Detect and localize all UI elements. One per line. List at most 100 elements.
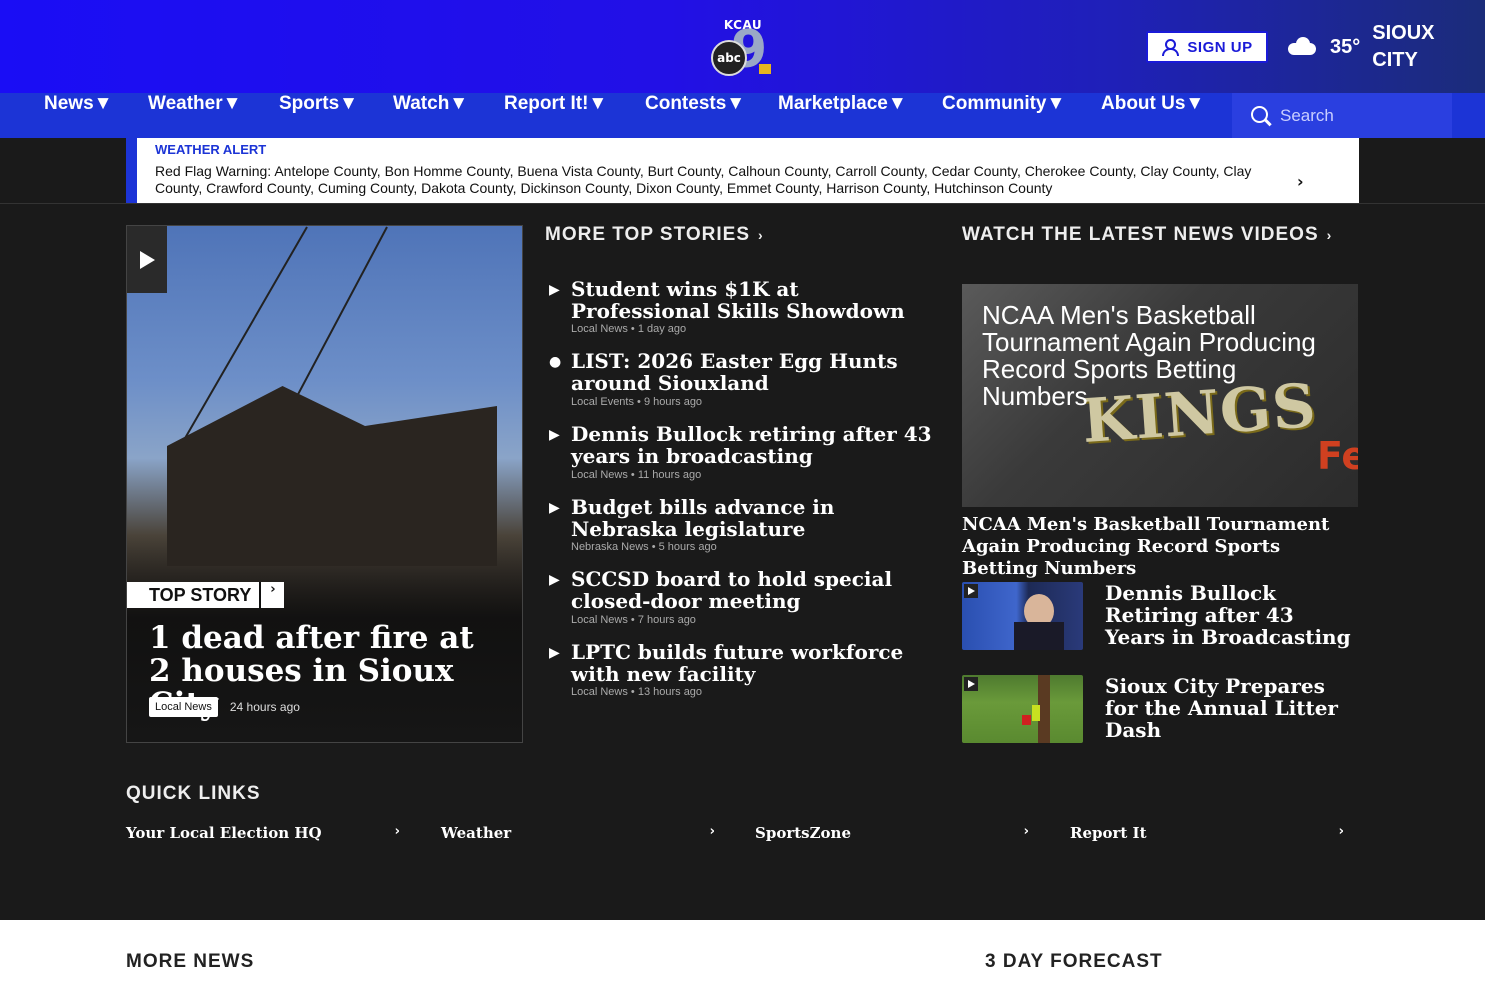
story-time: 1 day ago <box>637 323 687 335</box>
story-item[interactable]: ▶ Student wins $1K at Professional Skill… <box>545 278 940 338</box>
play-icon: ▶ <box>549 572 560 588</box>
category-tag[interactable]: Local News <box>149 697 218 717</box>
nav-watch[interactable]: Watch▼ <box>393 93 468 138</box>
story-category[interactable]: Local News <box>571 614 628 626</box>
play-icon: ▶ <box>549 500 560 516</box>
quick-link-label: SportsZone <box>755 824 852 842</box>
site-header: KCAU 9 abc SIGN UP 35° SIOUX CITY <box>0 0 1485 93</box>
quick-link-label: Report It <box>1070 824 1147 842</box>
search-input[interactable] <box>1280 105 1430 126</box>
chevron-right-icon: › <box>259 582 285 608</box>
story-meta: Local News • 1 day ago <box>571 323 687 335</box>
story-time: 7 hours ago <box>637 614 696 626</box>
story-item[interactable]: ▶ LPTC builds future workforce with new … <box>545 641 940 701</box>
latest-videos-heading[interactable]: WATCH THE LATEST NEWS VIDEOS › <box>962 224 1332 246</box>
chevron-right-icon: › <box>1338 824 1344 839</box>
play-icon <box>964 677 978 691</box>
story-time: 5 hours ago <box>658 541 717 553</box>
user-icon <box>1161 39 1180 56</box>
video-thumbnail[interactable] <box>962 582 1083 650</box>
featured-video-title[interactable]: NCAA Men's Basketball Tournament Again P… <box>962 514 1358 580</box>
main-nav: News▼ Weather▼ Sports▼ Watch▼ Report It!… <box>0 93 1485 138</box>
video-title[interactable]: Sioux City Prepares for the Annual Litte… <box>1105 675 1358 741</box>
video-overlay-title: NCAA Men's Basketball Tournament Again P… <box>982 300 1316 411</box>
play-icon: ▶ <box>549 427 560 443</box>
nav-news[interactable]: News▼ <box>44 93 112 138</box>
story-meta: Local News • 11 hours ago <box>571 469 702 481</box>
anchor-figure <box>1014 622 1064 650</box>
abc-logo: abc <box>711 40 747 76</box>
play-icon: ▶ <box>549 282 560 298</box>
nav-contests[interactable]: Contests▼ <box>645 93 745 138</box>
quick-link-label: Your Local Election HQ <box>126 824 322 842</box>
story-category[interactable]: Local Events <box>571 396 634 408</box>
quick-link-label: Weather <box>441 824 512 842</box>
more-top-stories-heading[interactable]: MORE TOP STORIES › <box>545 224 764 246</box>
story-title[interactable]: Dennis Bullock retiring after 43 years i… <box>571 423 939 467</box>
heading-text: MORE TOP STORIES <box>545 224 750 245</box>
video-title[interactable]: Dennis Bullock Retiring after 43 Years i… <box>1105 582 1358 648</box>
story-item[interactable]: ● LIST: 2026 Easter Egg Hunts around Sio… <box>545 350 940 410</box>
story-item[interactable]: ▶ Dennis Bullock retiring after 43 years… <box>545 423 940 483</box>
search-icon[interactable] <box>1251 105 1271 126</box>
weather-alert-banner[interactable]: WEATHER ALERT Red Flag Warning: Antelope… <box>126 138 1359 203</box>
nav-sports[interactable]: Sports▼ <box>279 93 358 138</box>
city-name: SIOUX CITY <box>1372 22 1435 71</box>
top-story-card[interactable]: TOP STORY › 1 dead after fire at 2 house… <box>126 225 523 743</box>
sign-up-label: SIGN UP <box>1187 38 1253 56</box>
story-item[interactable]: ▶ SCCSD board to hold special closed-doo… <box>545 568 940 628</box>
chevron-right-icon: › <box>394 824 400 839</box>
top-story-label[interactable]: TOP STORY › <box>127 582 285 608</box>
nav-marketplace[interactable]: Marketplace▼ <box>778 93 907 138</box>
video-list-item[interactable]: Dennis Bullock Retiring after 43 Years i… <box>962 582 1358 650</box>
heading-text: WATCH THE LATEST NEWS VIDEOS <box>962 224 1319 245</box>
featured-video-player[interactable]: KINGS Fe NCAA Men's Basketball Tournamen… <box>962 284 1358 507</box>
quick-link[interactable]: Report It › <box>1070 824 1344 844</box>
story-title[interactable]: LPTC builds future workforce with new fa… <box>571 641 939 685</box>
search-box <box>1232 93 1452 138</box>
chevron-right-icon: › <box>1023 824 1029 839</box>
nav-weather[interactable]: Weather▼ <box>148 93 241 138</box>
list-icon: ● <box>549 354 562 370</box>
story-title[interactable]: LIST: 2026 Easter Egg Hunts around Sioux… <box>571 350 939 394</box>
nav-report-it[interactable]: Report It!▼ <box>504 93 607 138</box>
nav-about-us[interactable]: About Us▼ <box>1101 93 1204 138</box>
story-meta: Nebraska News • 5 hours ago <box>571 541 717 553</box>
quick-link[interactable]: Your Local Election HQ › <box>126 824 400 844</box>
alert-title: WEATHER ALERT <box>155 142 267 157</box>
more-news-heading: MORE NEWS <box>126 951 255 972</box>
timestamp: 24 hours ago <box>229 700 300 714</box>
chevron-right-icon[interactable]: › <box>1297 172 1304 191</box>
burned-house-image <box>167 386 497 566</box>
story-category[interactable]: Local News <box>571 469 628 481</box>
video-list-item[interactable]: Sioux City Prepares for the Annual Litte… <box>962 675 1358 743</box>
nav-community[interactable]: Community▼ <box>942 93 1065 138</box>
alert-text: Red Flag Warning: Antelope County, Bon H… <box>155 163 1252 196</box>
chevron-right-icon: › <box>758 227 764 243</box>
person-figure <box>1032 705 1040 721</box>
chevron-right-icon: › <box>1326 227 1333 243</box>
story-meta: Local News • 13 hours ago <box>571 686 703 698</box>
video-thumbnail[interactable] <box>962 675 1083 743</box>
quick-link[interactable]: SportsZone › <box>755 824 1029 844</box>
weather-widget[interactable]: 35° SIOUX CITY <box>1284 20 1452 74</box>
play-icon: ▶ <box>549 645 560 661</box>
chevron-right-icon: › <box>709 824 715 839</box>
story-title[interactable]: SCCSD board to hold special closed-door … <box>571 568 939 612</box>
story-category[interactable]: Local News <box>571 686 628 698</box>
station-logo[interactable]: KCAU 9 abc <box>711 18 775 76</box>
story-time: 13 hours ago <box>637 686 703 698</box>
story-time: 9 hours ago <box>643 396 703 408</box>
current-temperature: 35° <box>1330 35 1361 58</box>
bottom-section: MORE NEWS 3 DAY FORECAST <box>0 920 1485 990</box>
story-item[interactable]: ▶ Budget bills advance in Nebraska legis… <box>545 496 940 556</box>
forecast-heading: 3 DAY FORECAST <box>985 951 1163 972</box>
play-icon[interactable] <box>127 226 167 293</box>
story-category[interactable]: Nebraska News <box>571 541 649 553</box>
sign-up-button[interactable]: SIGN UP <box>1146 31 1268 63</box>
story-category[interactable]: Local News <box>571 323 628 335</box>
story-title[interactable]: Student wins $1K at Professional Skills … <box>571 278 939 322</box>
story-title[interactable]: Budget bills advance in Nebraska legisla… <box>571 496 939 540</box>
quick-link[interactable]: Weather › <box>441 824 715 844</box>
play-icon <box>964 584 978 598</box>
